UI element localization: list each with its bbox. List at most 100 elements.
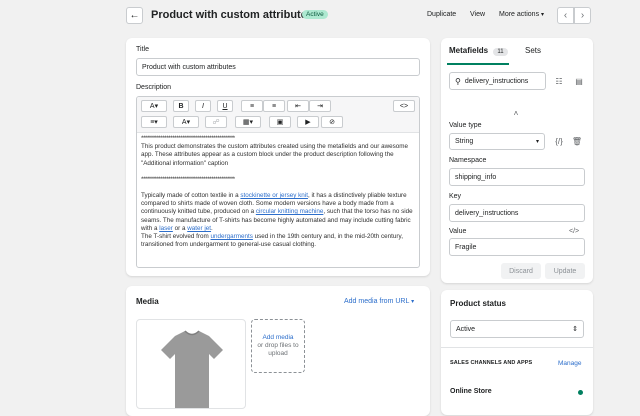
key-label: Key	[449, 193, 462, 200]
link-icon: ☍	[212, 119, 220, 126]
status-badge: Active	[302, 10, 328, 19]
manage-channels-link[interactable]: Manage	[558, 360, 582, 367]
product-status-card: Product status Active ⇕ SALES CHANNELS A…	[441, 290, 593, 415]
value-type-select[interactable]: String ▾	[449, 133, 545, 150]
laser-link[interactable]: laser	[159, 225, 173, 232]
image-icon: ▣	[276, 119, 284, 126]
namespace-input[interactable]: shipping_info	[449, 168, 585, 186]
video-icon: ▶	[305, 119, 311, 126]
next-product-button[interactable]: ›	[574, 7, 591, 24]
outdent-button[interactable]: ⇤	[287, 100, 309, 112]
italic-button[interactable]: I	[195, 100, 211, 112]
body-paragraph: Typically made of cotton textile in a st…	[141, 192, 413, 249]
previous-product-button[interactable]: ‹	[557, 7, 574, 24]
body-text: .	[211, 224, 213, 232]
value-label: Value	[449, 228, 467, 235]
text-color-dropdown[interactable]: A ▾	[173, 116, 199, 128]
code-braces-icon[interactable]: {/}	[551, 135, 567, 147]
separator-line: ****************************************…	[141, 135, 235, 142]
view-button[interactable]: View	[470, 11, 485, 18]
editor-content[interactable]: ****************************************…	[141, 135, 413, 257]
divider	[441, 347, 593, 348]
indent-button[interactable]: ⇥	[309, 100, 331, 112]
title-label: Title	[136, 46, 149, 53]
bullet-list-button[interactable]: ≡	[241, 100, 263, 112]
add-media-dropzone[interactable]: Add media or drop files to upload	[251, 319, 305, 373]
product-details-card: Title Product with custom attributes Des…	[126, 38, 430, 276]
numbered-list-button[interactable]: ≡	[263, 100, 285, 112]
underline-button[interactable]: U	[217, 100, 233, 112]
namespace-label: Namespace	[449, 157, 487, 164]
circular-knitting-link[interactable]: circular knitting machine	[256, 208, 324, 215]
bold-button[interactable]: B	[173, 100, 189, 112]
clear-formatting-icon: ⊘	[329, 119, 335, 126]
arrow-left-icon: ←	[129, 10, 140, 21]
add-media-from-url-button[interactable]: Add media from URL ▾	[344, 298, 414, 305]
add-metafield-icon[interactable]: ▤	[573, 75, 585, 87]
chevron-down-icon: ▾	[154, 119, 158, 126]
drop-hint: or drop files to upload	[257, 342, 299, 357]
description-label: Description	[136, 84, 172, 91]
filter-icon[interactable]: ☷	[553, 75, 565, 87]
active-tab-indicator	[447, 63, 509, 65]
body-text: The T-shirt evolved from	[141, 233, 211, 241]
sales-channels-label: SALES CHANNELS AND APPS	[450, 360, 533, 366]
media-title: Media	[136, 297, 159, 306]
undergarments-link[interactable]: undergarments	[211, 233, 253, 240]
description-editor: A ▾ B I U ≡ ≡ ⇤ ⇥ <> ≡ ▾ A ▾ ☍ ▦ ▾ ▣ ▶ ⊘ ***…	[136, 96, 420, 268]
select-chevron-icon: ⇕	[572, 326, 578, 333]
product-image[interactable]	[136, 319, 246, 409]
tab-metafields[interactable]: Metafields 11	[449, 46, 508, 56]
html-toggle-button[interactable]: <>	[393, 100, 415, 112]
editor-toolbar: A ▾ B I U ≡ ≡ ⇤ ⇥ <> ≡ ▾ A ▾ ☍ ▦ ▾ ▣ ▶ ⊘	[137, 97, 419, 133]
add-media-url-label: Add media from URL	[344, 298, 410, 305]
chevron-left-icon: ‹	[563, 10, 568, 21]
search-value: delivery_instructions	[464, 77, 529, 85]
intro-paragraph: This product demonstrates the custom att…	[141, 143, 409, 167]
tab-metafields-label: Metafields	[449, 46, 489, 55]
code-view-icon[interactable]: </>	[569, 228, 579, 235]
metafield-search-input[interactable]: ⚲ delivery_instructions	[449, 72, 546, 90]
online-status-dot	[578, 390, 583, 395]
insert-video-button[interactable]: ▶	[297, 116, 319, 128]
trash-icon[interactable]: 🗑	[571, 135, 583, 147]
add-media-link[interactable]: Add media	[262, 334, 293, 342]
product-status-select[interactable]: Active ⇕	[450, 320, 584, 338]
clear-formatting-button[interactable]: ⊘	[321, 116, 343, 128]
chevron-up-icon[interactable]: ˄	[510, 107, 522, 119]
search-icon: ⚲	[455, 76, 461, 86]
metafields-card: Metafields 11 Sets ⚲ delivery_instructio…	[441, 38, 593, 283]
paragraph-format-dropdown[interactable]: A ▾	[141, 100, 167, 112]
top-bar: ← Product with custom attributes Active …	[0, 0, 640, 32]
table-dropdown[interactable]: ▦ ▾	[235, 116, 261, 128]
chevron-down-icon: ▾	[186, 119, 191, 126]
product-status-value: Active	[456, 325, 476, 333]
value-type-value: String	[455, 138, 474, 145]
select-chevron-icon: ▾	[535, 139, 539, 145]
more-actions-label: More actions	[499, 11, 540, 18]
tab-sets[interactable]: Sets	[525, 46, 541, 55]
chevron-right-icon: ›	[580, 10, 585, 21]
page-title: Product with custom attributes	[151, 9, 313, 21]
product-status-title: Product status	[450, 299, 507, 308]
table-icon: ▦	[242, 119, 250, 126]
insert-image-button[interactable]: ▣	[269, 116, 291, 128]
value-input[interactable]: Fragile	[449, 238, 585, 256]
title-input[interactable]: Product with custom attributes	[136, 58, 420, 76]
chevron-down-icon: ▾	[541, 12, 545, 18]
chevron-down-icon: ▾	[249, 119, 254, 126]
value-type-label: Value type	[449, 122, 482, 129]
stockinette-link[interactable]: stockinette or jersey knit	[240, 192, 308, 199]
update-button[interactable]: Update	[545, 263, 585, 279]
numbered-list-icon: ≡	[271, 102, 277, 110]
discard-button[interactable]: Discard	[501, 263, 541, 279]
alignment-dropdown[interactable]: ≡ ▾	[141, 116, 167, 128]
more-actions-button[interactable]: More actions ▾	[499, 11, 544, 18]
duplicate-button[interactable]: Duplicate	[427, 11, 456, 18]
key-input[interactable]: delivery_instructions	[449, 204, 585, 222]
water-jet-link[interactable]: water jet	[187, 225, 211, 232]
separator-line-2: ****************************************…	[141, 175, 235, 183]
link-button[interactable]: ☍	[205, 116, 227, 128]
media-card: Media Add media from URL ▾ Add media or …	[126, 286, 430, 416]
back-button[interactable]: ←	[126, 7, 143, 24]
